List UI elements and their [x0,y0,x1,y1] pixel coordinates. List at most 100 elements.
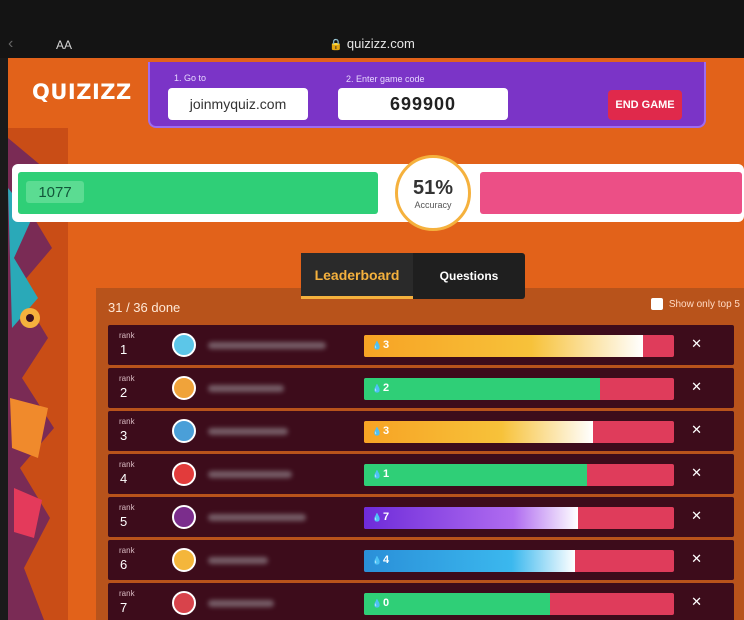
streak-badge: 💧1 [372,468,389,480]
leaderboard-row[interactable]: rank 6 💧4 ✕ [108,540,734,580]
score-progress-fill [364,507,578,529]
remove-player-button[interactable]: ✕ [691,379,702,395]
show-top5-toggle[interactable]: Show only top 5 [650,298,740,310]
tab-leaderboard[interactable]: Leaderboard [301,253,413,299]
player-avatar [172,548,196,572]
score-progress-bar: 💧4 [364,550,674,572]
rank-label: rank [119,589,135,598]
flame-icon: 💧 [372,341,382,350]
rank-number: 7 [120,600,128,615]
quizizz-host-screen: QUIZIZZ 1. Go to joinmyquiz.com 2. Enter… [8,58,744,620]
url-text: quizizz.com [346,36,415,51]
player-avatar [172,591,196,615]
streak-badge: 💧4 [372,554,389,566]
score-progress-fill [364,464,588,486]
top5-label: Show only top 5 [668,298,740,310]
score-progress-bar: 💧2 [364,378,674,400]
game-code: 699900 [338,88,508,120]
rank-label: rank [119,546,135,555]
streak-badge: 💧3 [372,425,389,437]
score-progress-bar: 💧0 [364,593,674,615]
player-name-blurred [208,514,306,521]
flame-icon: 💧 [372,513,382,522]
player-name-blurred [208,600,274,607]
remove-player-button[interactable]: ✕ [691,508,702,524]
rank-label: rank [119,374,135,383]
rank-label: rank [119,460,135,469]
player-name-blurred [208,471,292,478]
score-progress-fill [364,550,575,572]
remove-player-button[interactable]: ✕ [691,422,702,438]
flame-icon: 💧 [372,599,382,608]
score-progress-fill [364,421,594,443]
rank-label: rank [119,331,135,340]
flame-icon: 💧 [372,384,382,393]
leaderboard-row[interactable]: rank 2 💧2 ✕ [108,368,734,408]
join-url: joinmyquiz.com [168,88,308,120]
player-avatar [172,333,196,357]
player-avatar [172,419,196,443]
join-instructions-panel: 1. Go to joinmyquiz.com 2. Enter game co… [148,62,706,128]
end-game-button[interactable]: END GAME [608,90,682,120]
step2-label: 2. Enter game code [346,74,425,84]
address-bar[interactable]: 🔒 quizizz.com [0,36,744,51]
leaderboard-row[interactable]: rank 4 💧1 ✕ [108,454,734,494]
rank-number: 3 [120,428,128,443]
accuracy-percent: 51% [412,176,454,199]
streak-badge: 💧2 [372,382,389,394]
streak-count: 3 [382,339,390,351]
streak-count: 4 [382,554,390,566]
leaderboard-row[interactable]: rank 5 💧7 ✕ [108,497,734,537]
lock-icon: 🔒 [329,39,343,51]
score-progress-bar: 💧7 [364,507,674,529]
remove-player-button[interactable]: ✕ [691,594,702,610]
remove-player-button[interactable]: ✕ [691,336,702,352]
quizizz-logo: QUIZIZZ [32,80,132,104]
player-name-blurred [208,557,268,564]
leaderboard-list: rank 1 💧3 ✕ rank 2 💧2 ✕ rank 3 💧3 ✕ rank 4 💧1 ✕ rank 5 💧7 ✕… [108,325,734,620]
streak-badge: 💧0 [372,597,389,609]
score-progress-bar: 💧1 [364,464,674,486]
flame-icon: 💧 [372,556,382,565]
completion-count: 31 / 36 done [108,300,181,315]
rank-number: 1 [120,342,128,357]
step1-label: 1. Go to [174,73,207,83]
rank-number: 6 [120,557,128,572]
leaderboard-row[interactable]: rank 7 💧0 ✕ [108,583,734,620]
remove-player-button[interactable]: ✕ [691,551,702,567]
leaderboard-row[interactable]: rank 1 💧3 ✕ [108,325,734,365]
streak-badge: 💧3 [372,339,389,351]
player-avatar [172,462,196,486]
streak-badge: 💧7 [372,511,389,523]
rank-label: rank [119,417,135,426]
player-name-blurred [208,342,326,349]
player-name-blurred [208,385,284,392]
score-progress-bar: 💧3 [364,421,674,443]
player-name-blurred [208,428,288,435]
score-progress-bar: 💧3 [364,335,674,357]
leaderboard-panel: 31 / 36 done Show only top 5 rank 1 💧3 ✕ ran… [96,288,744,620]
remove-player-button[interactable]: ✕ [691,465,702,481]
rank-number: 2 [120,385,128,400]
rank-label: rank [119,503,135,512]
accuracy-gauge: 51% Accuracy [395,155,471,231]
score-progress-fill [364,335,643,357]
flame-icon: 💧 [372,427,382,436]
streak-count: 2 [382,382,390,394]
leaderboard-row[interactable]: rank 3 💧3 ✕ [108,411,734,451]
correct-count: 1077 [26,181,84,203]
streak-count: 3 [382,425,390,437]
score-progress-fill [364,378,600,400]
top5-checkbox[interactable] [650,298,663,310]
streak-count: 7 [382,511,390,523]
rank-number: 5 [120,514,128,529]
player-avatar [172,376,196,400]
accuracy-label: Accuracy [414,199,452,210]
streak-count: 1 [382,468,390,480]
incorrect-answers-bar [480,172,742,214]
tab-questions[interactable]: Questions [413,253,525,299]
rank-number: 4 [120,471,128,486]
flame-icon: 💧 [372,470,382,479]
accuracy-bar: 1077 [12,164,744,222]
score-progress-fill [364,593,550,615]
